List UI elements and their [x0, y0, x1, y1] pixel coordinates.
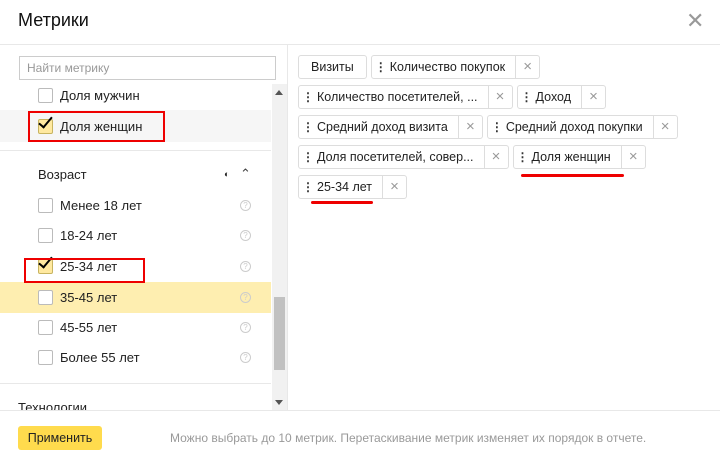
- checkbox[interactable]: [38, 87, 53, 103]
- remove-icon[interactable]: ×: [620, 146, 645, 168]
- metric-chip[interactable]: ⋮ Доля женщин ×: [512, 145, 646, 169]
- remove-icon[interactable]: ×: [483, 146, 508, 168]
- remove-icon[interactable]: ×: [581, 86, 605, 108]
- annotation-underline: [311, 201, 373, 204]
- help-icon[interactable]: ?: [240, 199, 251, 211]
- remove-icon[interactable]: ×: [652, 116, 677, 138]
- panel-divider: [287, 44, 288, 410]
- footer-divider: [0, 410, 720, 411]
- selected-metrics: Визиты ⋮ Количество покупок × ⋮ Количество …: [298, 55, 698, 199]
- help-icon[interactable]: ?: [240, 351, 251, 363]
- group-header[interactable]: Технологии: [0, 392, 271, 411]
- apply-button[interactable]: Применить: [18, 426, 102, 450]
- scrollbar[interactable]: [272, 84, 287, 410]
- metric-chip[interactable]: ⋮ 25-34 лет ×: [298, 175, 407, 199]
- scroll-up-icon[interactable]: [275, 90, 283, 95]
- checkbox[interactable]: [38, 319, 53, 335]
- list-item[interactable]: Более 55 лет?: [0, 342, 271, 372]
- header-divider: [0, 44, 720, 45]
- list-item-hovered[interactable]: 35-45 лет?: [0, 282, 271, 313]
- metric-chip[interactable]: ⋮ Количество посетителей, ... ×: [298, 85, 513, 109]
- scrollbar-thumb[interactable]: [274, 297, 285, 370]
- checkbox[interactable]: [38, 227, 53, 243]
- annotation-box: [24, 258, 145, 283]
- search-input[interactable]: [19, 56, 276, 80]
- drag-handle-icon[interactable]: ⋮: [518, 90, 536, 104]
- list-item[interactable]: Доля мужчин: [0, 84, 271, 110]
- drag-handle-icon[interactable]: ⋮: [299, 180, 317, 194]
- help-icon[interactable]: ?: [240, 229, 251, 241]
- dialog-title: Метрики: [18, 10, 89, 30]
- drag-handle-icon[interactable]: ⋮: [514, 150, 532, 164]
- contrast-icon: ◐: [224, 169, 230, 179]
- metric-chip[interactable]: Визиты: [298, 55, 367, 79]
- checkbox[interactable]: [38, 349, 53, 365]
- drag-handle-icon[interactable]: ⋮: [299, 150, 317, 164]
- remove-icon[interactable]: ×: [515, 56, 539, 78]
- close-icon[interactable]: ✕: [686, 10, 704, 32]
- remove-icon[interactable]: ×: [457, 116, 482, 138]
- metric-chip[interactable]: ⋮ Средний доход покупки ×: [486, 115, 678, 139]
- checkbox[interactable]: [38, 197, 53, 213]
- drag-handle-icon[interactable]: ⋮: [299, 90, 317, 104]
- help-icon[interactable]: ?: [240, 321, 251, 333]
- group-divider: [0, 150, 271, 151]
- footer-hint: Можно выбрать до 10 метрик. Перетаскиван…: [170, 431, 647, 445]
- metric-chip[interactable]: ⋮ Доля посетителей, совер... ×: [298, 145, 509, 169]
- scroll-down-icon[interactable]: [275, 400, 283, 405]
- help-icon[interactable]: ?: [240, 260, 251, 272]
- drag-handle-icon[interactable]: ⋮: [372, 60, 390, 74]
- metric-chip[interactable]: ⋮ Средний доход визита ×: [298, 115, 483, 139]
- annotation-box: [28, 111, 165, 142]
- list-item[interactable]: Менее 18 лет?: [0, 190, 271, 220]
- list-item[interactable]: 45-55 лет?: [0, 312, 271, 342]
- group-header[interactable]: Возраст ◐ ⌃: [0, 159, 271, 189]
- metric-chip[interactable]: ⋮ Доход ×: [516, 85, 607, 109]
- remove-icon[interactable]: ×: [382, 176, 406, 198]
- metric-chip[interactable]: ⋮ Количество покупок ×: [370, 55, 541, 79]
- group-divider: [0, 383, 271, 384]
- remove-icon[interactable]: ×: [487, 86, 512, 108]
- help-icon[interactable]: ?: [240, 292, 251, 303]
- drag-handle-icon[interactable]: ⋮: [299, 120, 317, 134]
- checkbox[interactable]: [38, 290, 53, 305]
- drag-handle-icon[interactable]: ⋮: [488, 120, 506, 134]
- list-item[interactable]: 18-24 лет?: [0, 220, 271, 250]
- annotation-underline: [521, 174, 624, 177]
- chevron-up-icon[interactable]: ⌃: [240, 166, 251, 182]
